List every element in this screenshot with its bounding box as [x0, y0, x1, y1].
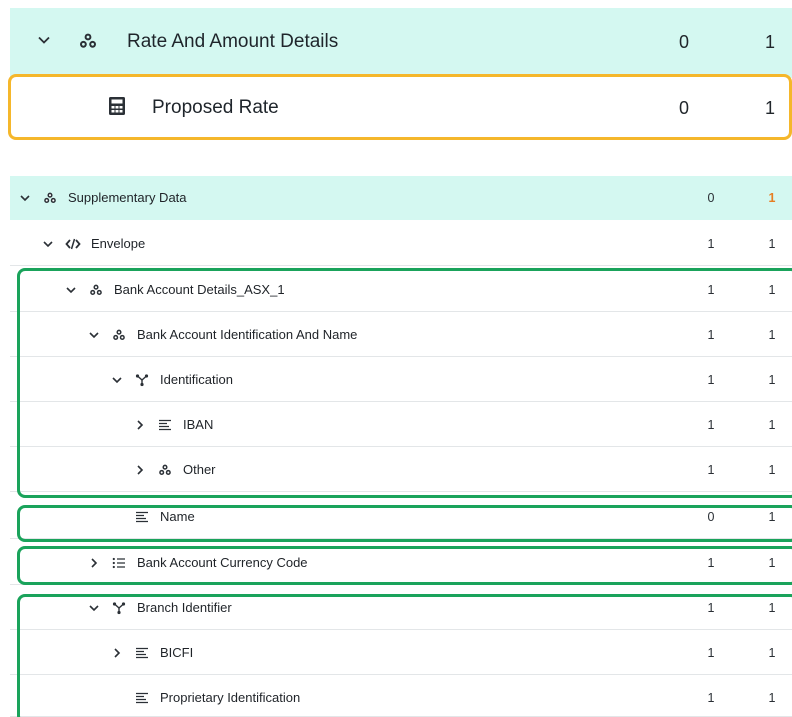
count-value: 1	[707, 600, 715, 615]
tree-row-label: Identification	[160, 372, 233, 387]
code-icon	[65, 222, 81, 265]
chevron-right-icon[interactable]	[133, 403, 147, 446]
count-value: 1	[707, 282, 715, 297]
tree-row-proposed-rate-selected[interactable]: Proposed Rate 0 1	[8, 74, 792, 140]
tree-row-label: Proprietary Identification	[160, 690, 301, 705]
tree-row-label: IBAN	[183, 417, 214, 432]
count-value: 1	[768, 555, 776, 570]
group-icon	[88, 268, 104, 311]
text-lines-icon	[157, 403, 173, 446]
tree-row[interactable]: Supplementary Data 0 1	[10, 176, 792, 220]
count-value: 1	[768, 600, 776, 615]
chevron-right-icon[interactable]	[110, 631, 124, 674]
tree-row[interactable]: Other 1 1	[10, 448, 792, 492]
count-value: 1	[707, 417, 715, 432]
count-value: 1	[768, 190, 776, 205]
tree-row-label: Envelope	[91, 236, 146, 251]
tree-row[interactable]: Bank Account Details_ASX_1 1 1	[10, 268, 792, 312]
chevron-down-icon[interactable]	[64, 268, 78, 311]
count-value: 0	[707, 509, 715, 524]
tree-row-label: Rate And Amount Details	[127, 31, 339, 52]
group-icon	[78, 31, 98, 56]
tree-row[interactable]: BICFI 1 1	[10, 631, 792, 675]
count-value: 1	[707, 555, 715, 570]
chevron-down-icon[interactable]	[87, 313, 101, 356]
choice-icon	[134, 358, 150, 401]
count-value: 1	[707, 690, 715, 705]
count-value: 1	[768, 645, 776, 660]
tree-row-label: Branch Identifier	[137, 600, 232, 615]
tree-row[interactable]: Proprietary Identification 1 1	[10, 676, 792, 717]
text-lines-icon	[134, 495, 150, 538]
group-icon	[111, 313, 127, 356]
choice-icon	[111, 586, 127, 629]
tree-row[interactable]: Identification 1 1	[10, 358, 792, 402]
chevron-down-icon[interactable]	[110, 358, 124, 401]
count-value: 1	[768, 282, 776, 297]
chevron-right-icon[interactable]	[133, 448, 147, 491]
count-value: 1	[768, 372, 776, 387]
chevron-down-icon[interactable]	[18, 176, 32, 219]
chevron-down-icon[interactable]	[36, 32, 52, 53]
count-value: 0	[679, 32, 690, 52]
chevron-right-icon[interactable]	[87, 541, 101, 584]
tree-row-label: Bank Account Identification And Name	[137, 327, 358, 342]
tree-row[interactable]: Name 0 1	[10, 495, 792, 539]
tree-row[interactable]: Branch Identifier 1 1	[10, 586, 792, 630]
tree-row-rate-and-amount-details[interactable]: Rate And Amount Details 0 1	[10, 8, 792, 78]
count-value: 1	[765, 98, 776, 118]
count-value: 1	[768, 327, 776, 342]
chevron-down-icon[interactable]	[41, 222, 55, 265]
count-value: 0	[707, 190, 715, 205]
tree-row-label: Bank Account Currency Code	[137, 555, 308, 570]
calculator-icon	[108, 96, 126, 121]
count-value: 1	[768, 462, 776, 477]
count-value: 1	[768, 690, 776, 705]
tree-row-label: Supplementary Data	[68, 190, 187, 205]
tree-row-label: Bank Account Details_ASX_1	[114, 282, 285, 297]
count-value: 1	[768, 417, 776, 432]
tree-row-label: BICFI	[160, 645, 194, 660]
text-lines-icon	[134, 631, 150, 674]
count-value: 1	[768, 509, 776, 524]
count-value: 1	[765, 32, 776, 52]
list-icon	[111, 541, 127, 584]
tree-row-label: Other	[183, 462, 216, 477]
count-value: 1	[768, 236, 776, 251]
chevron-down-icon[interactable]	[87, 586, 101, 629]
tree-row[interactable]: IBAN 1 1	[10, 403, 792, 447]
count-value: 0	[679, 98, 690, 118]
group-icon	[157, 448, 173, 491]
count-value: 1	[707, 462, 715, 477]
text-lines-icon	[134, 676, 150, 717]
tree-row-label: Name	[160, 509, 195, 524]
group-icon	[42, 176, 58, 219]
count-value: 1	[707, 372, 715, 387]
count-value: 1	[707, 645, 715, 660]
count-value: 1	[707, 327, 715, 342]
count-value: 1	[707, 236, 715, 251]
tree-row[interactable]: Envelope 1 1	[10, 222, 792, 266]
tree-row[interactable]: Bank Account Identification And Name 1 1	[10, 313, 792, 357]
tree-row-label: Proposed Rate	[152, 97, 279, 118]
tree-row[interactable]: Bank Account Currency Code 1 1	[10, 541, 792, 585]
